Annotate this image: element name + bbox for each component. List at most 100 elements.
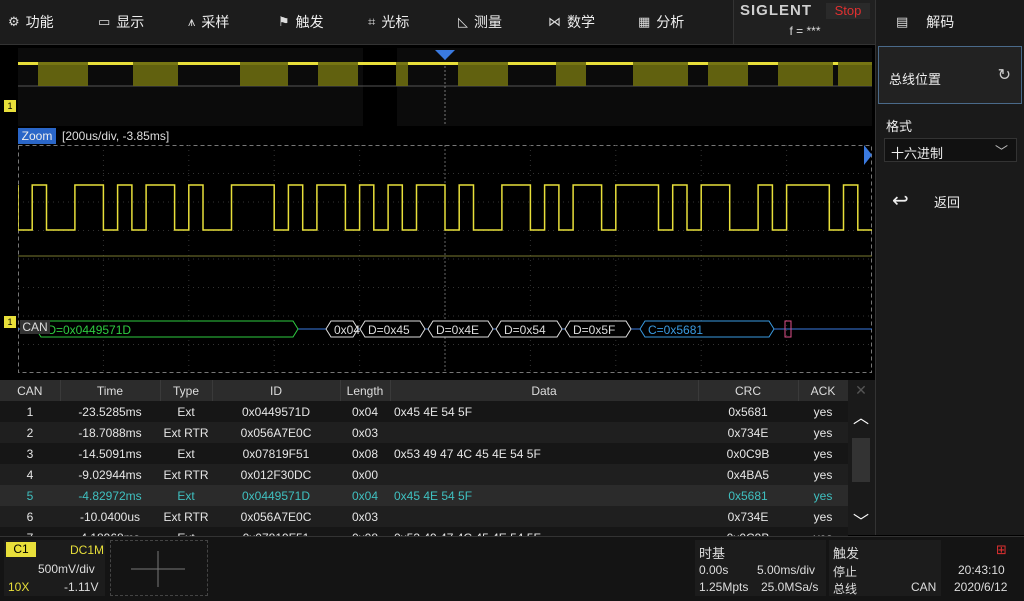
display-icon: ▭: [98, 14, 111, 29]
column-header[interactable]: Length: [340, 380, 391, 401]
trigger-source-label: 总线: [833, 582, 858, 596]
table-cell: 0x056A7E0C: [212, 422, 340, 443]
table-row[interactable]: 6 -10.0400us Ext RTR 0x056A7E0C 0x03 0x734E ye…: [0, 506, 848, 527]
table-cell: 0x0449571D: [212, 485, 340, 506]
menu-function[interactable]: ⚙ 功能: [8, 0, 54, 44]
trigger-title: 触发: [833, 546, 860, 561]
table-row[interactable]: 5 -4.82972ms Ext 0x0449571D 0x04 0x45 4E 54 5…: [0, 485, 848, 506]
table-row[interactable]: 3 -14.5091ms Ext 0x07819F51 0x08 0x53 49 47 4…: [0, 443, 848, 464]
function-icon: ⚙: [8, 14, 20, 29]
overview-waveform[interactable]: [18, 48, 872, 126]
clock: ⊞ 20:43:10 2020/6/12: [944, 540, 1024, 596]
column-header[interactable]: ID: [212, 380, 341, 401]
table-cell: Ext RTR: [160, 506, 212, 527]
table-cell: 0x734E: [698, 422, 798, 443]
menu-acquire[interactable]: ⩚ 采样: [188, 0, 229, 44]
table-cell: 0x012F30DC: [212, 464, 340, 485]
table-cell: -14.5091ms: [60, 443, 160, 464]
table-cell: -18.7088ms: [60, 422, 160, 443]
brand-logo: SIGLENT: [740, 2, 813, 19]
table-cell: 0x07819F51: [212, 443, 340, 464]
table-cell: 6: [0, 506, 60, 527]
table-cell: yes: [798, 485, 848, 506]
table-cell: Ext RTR: [160, 422, 212, 443]
return-arrow-icon: ↩: [892, 190, 909, 212]
table-cell: [390, 422, 698, 443]
measure-icon: ◺: [458, 14, 468, 29]
memory-depth: 1.25Mpts: [699, 580, 749, 594]
menu-display[interactable]: ▭ 显示: [98, 0, 144, 44]
column-header[interactable]: CAN: [0, 380, 61, 401]
timebase-info[interactable]: 时基 0.00s 5.00ms/div 1.25Mpts 25.0MSa/s: [695, 540, 826, 596]
column-header[interactable]: Data: [390, 380, 699, 401]
scroll-down-icon[interactable]: ﹀: [850, 508, 872, 531]
table-cell: 0x5681: [698, 485, 798, 506]
channel1-info[interactable]: C1 DC1M 500mV/div 10X -1.11V: [4, 540, 105, 596]
panel-title-label: 解码: [926, 14, 955, 30]
menu-trigger[interactable]: ⚑ 触发: [278, 0, 324, 44]
table-cell: 0x056A7E0C: [212, 506, 340, 527]
table-cell: yes: [798, 443, 848, 464]
menu-label: 显示: [116, 14, 145, 30]
table-cell: [390, 506, 698, 527]
menu-label: 采样: [201, 14, 230, 30]
run-stop-status[interactable]: Stop: [826, 3, 870, 19]
frequency-counter: f = ***: [789, 24, 821, 38]
clock-time: 20:43:10: [958, 563, 1005, 577]
column-header[interactable]: ACK: [798, 380, 849, 401]
decode-frame-label: 0x04: [334, 323, 360, 337]
table-cell: 0x45 4E 54 5F: [390, 485, 698, 506]
channel-marker-main: 1: [4, 316, 16, 328]
timebase-scale: 5.00ms/div: [757, 563, 816, 577]
analysis-icon: ▦: [638, 14, 651, 29]
trigger-source: CAN: [911, 580, 937, 594]
table-row[interactable]: 1 -23.5285ms Ext 0x0449571D 0x04 0x45 4E 54 5…: [0, 401, 848, 422]
table-cell: 0x0C9B: [698, 443, 798, 464]
table-cell: 0x5681: [698, 401, 798, 422]
menu-measure[interactable]: ◺ 测量: [458, 0, 502, 44]
format-value: 十六进制: [891, 146, 944, 161]
sample-rate: 25.0MSa/s: [761, 580, 819, 594]
table-cell: 0x0449571D: [212, 401, 340, 422]
menu-cursor[interactable]: ⌗ 光标: [368, 0, 409, 44]
zoom-tag: Zoom: [18, 128, 56, 144]
acquire-icon: ⩚: [188, 14, 196, 29]
table-cell: yes: [798, 464, 848, 485]
scroll-up-icon[interactable]: ︿: [850, 404, 872, 427]
table-row[interactable]: 4 -9.02944ms Ext RTR 0x012F30DC 0x00 0x4BA5 ye…: [0, 464, 848, 485]
table-row[interactable]: 2 -18.7088ms Ext RTR 0x056A7E0C 0x03 0x734E ye…: [0, 422, 848, 443]
channel1-scale: 500mV/div: [38, 562, 95, 576]
trigger-info[interactable]: 触发 停止 总线 CAN: [829, 540, 941, 596]
waveform-grid[interactable]: ID=0x0449571D 0x04 D=0x45 D=0x4E D=0x54 D=0x5…: [18, 145, 872, 373]
network-icon: ⊞: [996, 542, 1007, 557]
timebase-title: 时基: [699, 546, 726, 561]
table-scrollbar[interactable]: ✕ ︿ ﹀: [848, 380, 875, 535]
column-header[interactable]: Time: [60, 380, 161, 401]
menu-analysis[interactable]: ▦ 分析: [638, 0, 684, 44]
table-cell: Ext: [160, 443, 212, 464]
timebase-delay: 0.00s: [699, 563, 729, 577]
menu-label: 光标: [381, 14, 410, 30]
format-select[interactable]: 十六进制 ﹀: [884, 138, 1017, 162]
channel1-coupling: DC1M: [70, 543, 105, 557]
scroll-thumb[interactable]: [852, 438, 870, 482]
table-cell: 0x04: [340, 401, 390, 422]
mini-display: [110, 540, 208, 596]
table-cell: 0x4BA5: [698, 464, 798, 485]
bus-position-button[interactable]: 总线位置 ↻: [878, 46, 1022, 104]
math-icon: ⋈: [548, 14, 561, 29]
close-icon[interactable]: ✕: [852, 382, 870, 398]
table-cell: 4: [0, 464, 60, 485]
document-icon: ▤: [896, 14, 909, 29]
decode-frame-label: C=0x5681: [648, 323, 703, 337]
format-label: 格式: [886, 119, 913, 134]
menu-math[interactable]: ⋈ 数学: [548, 0, 595, 44]
back-button[interactable]: ↩ 返回: [876, 182, 1024, 218]
brand-status-box: SIGLENT Stop f = ***: [733, 0, 876, 44]
menu-label: 触发: [295, 14, 324, 30]
column-header[interactable]: Type: [160, 380, 213, 401]
column-header[interactable]: CRC: [698, 380, 799, 401]
channel1-offset: -1.11V: [64, 580, 99, 594]
channel1-tag: C1: [6, 542, 36, 557]
table-cell: Ext: [160, 401, 212, 422]
